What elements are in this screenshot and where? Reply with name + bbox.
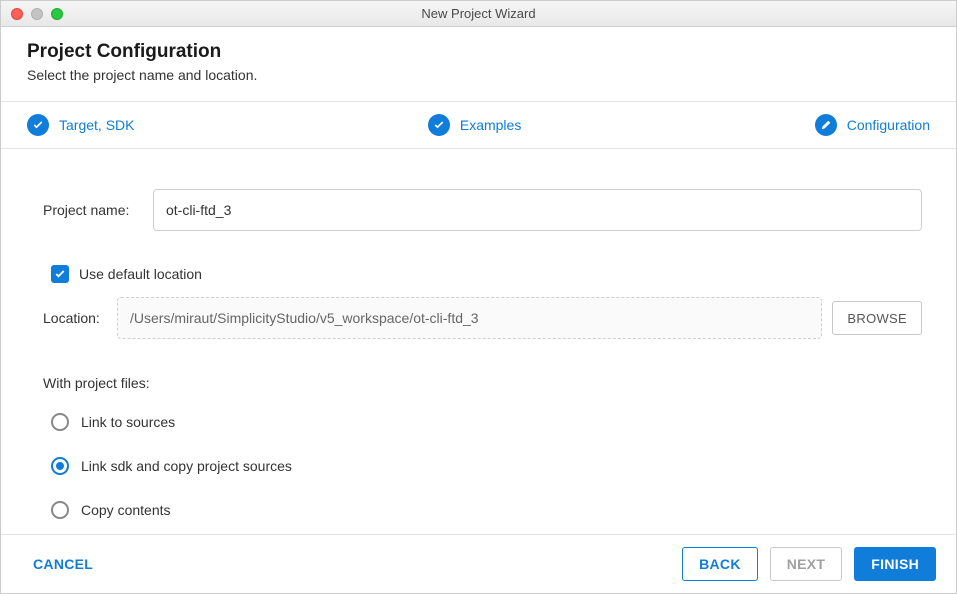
radio-icon[interactable] bbox=[51, 501, 69, 519]
step-target-sdk[interactable]: Target, SDK bbox=[27, 114, 134, 136]
check-icon bbox=[428, 114, 450, 136]
use-default-location-row[interactable]: Use default location bbox=[43, 265, 922, 283]
checkbox-checked-icon[interactable] bbox=[51, 265, 69, 283]
radio-label: Link to sources bbox=[81, 414, 175, 430]
titlebar: New Project Wizard bbox=[1, 1, 956, 27]
close-icon[interactable] bbox=[11, 8, 23, 20]
page-subtitle: Select the project name and location. bbox=[27, 67, 930, 83]
step-label: Target, SDK bbox=[59, 117, 134, 133]
pencil-icon bbox=[815, 114, 837, 136]
wizard-window: New Project Wizard Project Configuration… bbox=[0, 0, 957, 594]
check-icon bbox=[27, 114, 49, 136]
project-name-label: Project name: bbox=[43, 202, 139, 218]
use-default-location-label: Use default location bbox=[79, 266, 202, 282]
traffic-lights bbox=[1, 8, 63, 20]
with-project-files-label: With project files: bbox=[43, 375, 922, 391]
finish-button[interactable]: FINISH bbox=[854, 547, 936, 581]
back-button[interactable]: BACK bbox=[682, 547, 758, 581]
step-examples[interactable]: Examples bbox=[428, 114, 521, 136]
location-row: Location: BROWSE bbox=[43, 297, 922, 339]
step-label: Examples bbox=[460, 117, 521, 133]
project-name-row: Project name: bbox=[43, 189, 922, 231]
zoom-icon[interactable] bbox=[51, 8, 63, 20]
radio-copy-contents[interactable]: Copy contents bbox=[43, 493, 922, 527]
radio-label: Link sdk and copy project sources bbox=[81, 458, 292, 474]
radio-link-sources[interactable]: Link to sources bbox=[43, 405, 922, 439]
window-title: New Project Wizard bbox=[1, 6, 956, 21]
radio-link-sdk-copy[interactable]: Link sdk and copy project sources bbox=[43, 449, 922, 483]
step-configuration[interactable]: Configuration bbox=[815, 114, 930, 136]
radio-selected-icon[interactable] bbox=[51, 457, 69, 475]
footer-right: BACK NEXT FINISH bbox=[682, 547, 936, 581]
minimize-icon bbox=[31, 8, 43, 20]
stepper: Target, SDK Examples Configuration bbox=[1, 102, 956, 149]
radio-icon[interactable] bbox=[51, 413, 69, 431]
project-name-input[interactable] bbox=[153, 189, 922, 231]
header: Project Configuration Select the project… bbox=[1, 27, 956, 102]
cancel-button[interactable]: CANCEL bbox=[33, 556, 93, 572]
footer: CANCEL BACK NEXT FINISH bbox=[1, 534, 956, 593]
location-label: Location: bbox=[43, 310, 107, 326]
step-label: Configuration bbox=[847, 117, 930, 133]
browse-button[interactable]: BROWSE bbox=[832, 301, 922, 335]
location-input[interactable] bbox=[117, 297, 822, 339]
radio-label: Copy contents bbox=[81, 502, 171, 518]
content: Project name: Use default location Locat… bbox=[1, 149, 956, 534]
next-button: NEXT bbox=[770, 547, 843, 581]
page-title: Project Configuration bbox=[27, 41, 930, 63]
